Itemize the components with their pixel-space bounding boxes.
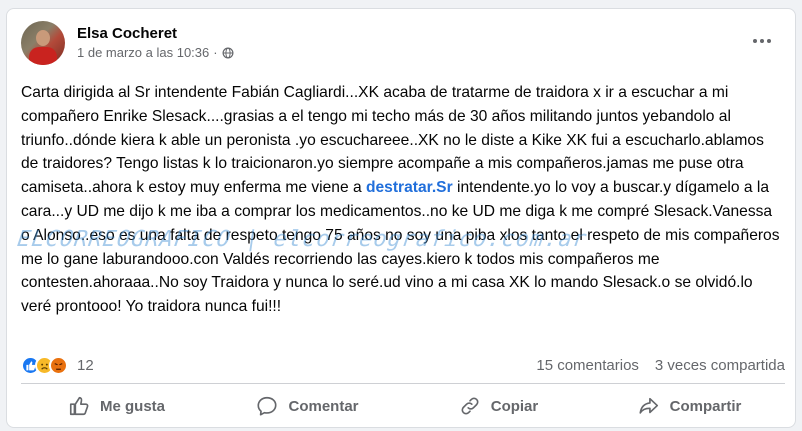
stats-right: 15 comentarios 3 veces compartida — [536, 357, 785, 374]
share-icon — [639, 397, 658, 414]
post-card: Elsa Cocheret 1 de marzo a las 10:36 · C… — [6, 8, 796, 428]
post-text: Carta dirigida al Sr intendente Fabián C… — [21, 81, 785, 319]
reaction-icons[interactable] — [21, 355, 68, 375]
comment-icon — [257, 396, 278, 416]
post-text-part-2: intendente.yo lo voy a buscar.y dígamelo… — [21, 179, 784, 316]
globe-icon[interactable] — [222, 47, 234, 59]
link-icon — [461, 397, 479, 415]
post-stats: 12 15 comentarios 3 veces compartida — [21, 354, 785, 376]
action-divider — [21, 383, 785, 384]
post-timestamp[interactable]: 1 de marzo a las 10:36 — [77, 44, 209, 62]
post-header: Elsa Cocheret 1 de marzo a las 10:36 · — [21, 21, 234, 65]
comments-count[interactable]: 15 comentarios — [536, 357, 639, 374]
share-button[interactable]: Compartir — [594, 386, 785, 426]
separator-dot: · — [213, 45, 218, 60]
action-bar: Me gusta Comentar Copiar Compartir — [21, 386, 785, 426]
avatar-shirt — [29, 47, 57, 65]
copy-button[interactable]: Copiar — [403, 386, 594, 426]
author-avatar[interactable] — [21, 21, 65, 65]
post-link[interactable]: destratar.Sr — [366, 179, 453, 196]
post-subline: 1 de marzo a las 10:36 · — [77, 44, 234, 62]
comment-button[interactable]: Comentar — [212, 386, 403, 426]
dot — [753, 39, 757, 43]
avatar-face — [36, 30, 50, 46]
share-label: Compartir — [669, 397, 742, 415]
reaction-count[interactable]: 12 — [77, 357, 94, 374]
like-label: Me gusta — [99, 397, 165, 415]
more-options-icon[interactable] — [753, 39, 771, 43]
post-meta: Elsa Cocheret 1 de marzo a las 10:36 · — [77, 24, 234, 62]
shares-count[interactable]: 3 veces compartida — [655, 357, 785, 374]
angry-reaction-icon — [49, 355, 68, 375]
author-name[interactable]: Elsa Cocheret — [77, 24, 234, 44]
like-button[interactable]: Me gusta — [21, 386, 212, 426]
dot — [760, 39, 764, 43]
dot — [767, 39, 771, 43]
comment-label: Comentar — [288, 397, 359, 415]
thumbs-up-icon — [69, 396, 89, 416]
copy-label: Copiar — [490, 397, 539, 415]
